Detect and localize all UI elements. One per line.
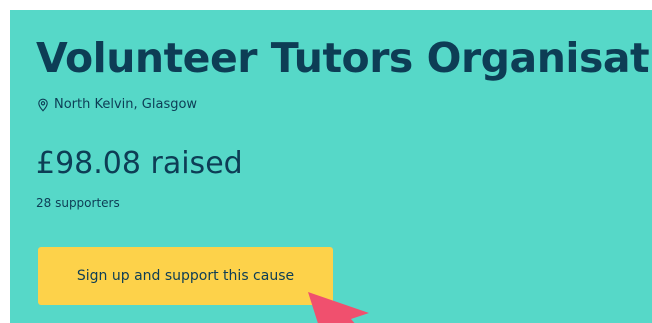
pointer-cursor-icon — [308, 292, 369, 323]
location-text: North Kelvin, Glasgow — [54, 97, 198, 112]
supporters-count: 28 supporters — [36, 196, 120, 210]
cause-panel: Volunteer Tutors Organisation North Kelv… — [10, 10, 652, 323]
amount-raised: £98.08 raised — [36, 146, 243, 181]
sign-up-support-button[interactable]: Sign up and support this cause — [38, 247, 333, 305]
map-pin-icon — [38, 98, 48, 112]
location-row: North Kelvin, Glasgow — [36, 96, 197, 114]
cause-title: Volunteer Tutors Organisation — [36, 34, 652, 82]
